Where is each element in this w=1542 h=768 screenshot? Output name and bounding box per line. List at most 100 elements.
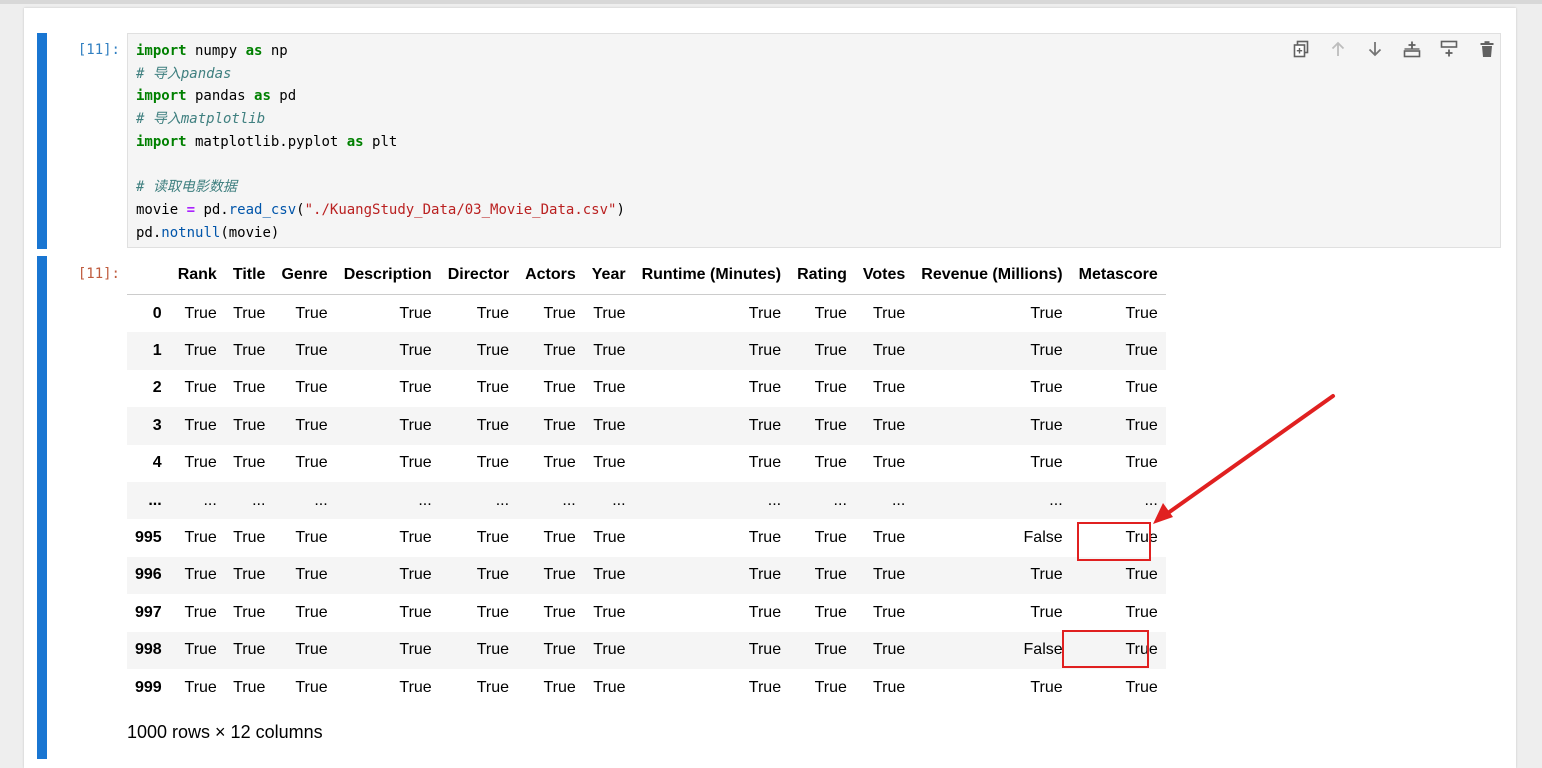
column-header: Year — [583, 256, 634, 295]
code-token: as — [245, 43, 263, 59]
column-header: Rating — [789, 256, 855, 295]
row-index: 995 — [135, 529, 162, 547]
table-cell: True — [1125, 603, 1158, 621]
table-cell: True — [814, 342, 847, 360]
table-cell: ... — [418, 491, 432, 509]
table-cell: True — [399, 416, 432, 434]
table-cell: True — [593, 304, 626, 322]
table-cell: True — [184, 566, 217, 584]
dataframe-table: Rank Title Genre Description Director Actors Y… — [127, 256, 1166, 706]
table-cell: True — [593, 678, 626, 696]
table-cell: True — [814, 379, 847, 397]
table-cell: True — [543, 379, 576, 397]
table-cell: ... — [767, 491, 782, 509]
table-row: 997 True True True True True True True True True T… — [127, 594, 1166, 631]
table-cell: True — [814, 566, 847, 584]
code-token: import — [136, 133, 187, 150]
table-cell: True — [295, 454, 328, 472]
table-cell: True — [295, 416, 328, 434]
table-cell: True — [593, 416, 626, 434]
table-cell: True — [184, 454, 217, 472]
code-token: # 导入pandas — [136, 65, 232, 82]
table-cell: False — [1023, 641, 1063, 659]
table-cell: True — [184, 603, 217, 621]
table-cell: True — [814, 641, 847, 659]
code-editor[interactable]: import numpy as np # 导入pandas import panda… — [127, 33, 1501, 248]
table-row: 999 True True True True True True True True True T… — [127, 669, 1166, 706]
input-prompt: [11]: — [77, 42, 120, 58]
delete-cell-button[interactable] — [1476, 40, 1498, 62]
table-cell: ... — [1049, 491, 1063, 509]
table-row: 0 True True True True True True True True True Tru… — [127, 295, 1166, 333]
code-token: np — [262, 43, 288, 59]
table-cell: True — [814, 678, 847, 696]
index-header — [127, 256, 170, 295]
table-cell: True — [295, 566, 328, 584]
table-cell: True — [593, 454, 626, 472]
code-text: import numpy as np # 导入pandas import panda… — [136, 40, 625, 244]
output-cell-collapser[interactable] — [37, 256, 47, 759]
table-cell: True — [399, 379, 432, 397]
table-cell: True — [233, 342, 266, 360]
code-line: # 读取电影数据 — [136, 176, 625, 199]
row-index: 4 — [152, 454, 162, 472]
code-line: pd.notnull(movie) — [136, 222, 625, 245]
table-cell: True — [748, 529, 782, 547]
table-cell: ... — [891, 491, 906, 509]
table-cell: True — [233, 454, 266, 472]
output-prompt: [11]: — [77, 266, 120, 282]
table-cell: True — [399, 454, 432, 472]
duplicate-cell-button[interactable] — [1290, 40, 1312, 62]
table-cell: True — [593, 566, 626, 584]
table-cell: True — [476, 454, 510, 472]
table-cell: True — [1030, 678, 1063, 696]
table-cell: True — [295, 678, 328, 696]
table-cell: True — [399, 566, 432, 584]
table-cell: True — [1030, 304, 1063, 322]
row-index: 3 — [152, 416, 162, 434]
table-cell: True — [814, 416, 847, 434]
code-token: # 读取电影数据 — [136, 179, 237, 196]
code-token: as — [346, 133, 364, 150]
code-token: as — [254, 88, 271, 105]
table-cell: True — [872, 566, 906, 584]
code-line: import matplotlib.pyplot as plt — [136, 131, 625, 154]
table-cell: True — [1125, 678, 1158, 696]
table-cell: True — [593, 603, 626, 621]
table-cell: True — [543, 603, 576, 621]
table-cell: True — [872, 529, 906, 547]
column-header: Description — [335, 256, 440, 295]
arrow-down-icon — [1366, 40, 1384, 62]
table-cell: True — [184, 529, 217, 547]
table-cell: True — [543, 304, 576, 322]
table-cell: True — [476, 416, 510, 434]
column-header: Votes — [854, 256, 914, 295]
table-cell: True — [399, 603, 432, 621]
insert-below-icon — [1440, 40, 1458, 62]
code-token: import — [136, 88, 187, 105]
table-cell: True — [543, 566, 576, 584]
table-cell: True — [748, 416, 782, 434]
table-cell: True — [476, 678, 510, 696]
move-cell-down-button[interactable] — [1364, 40, 1386, 62]
table-cell: True — [399, 641, 432, 659]
table-cell: True — [476, 304, 510, 322]
table-cell: True — [593, 379, 626, 397]
row-index: 0 — [152, 304, 162, 322]
code-line: # 导入pandas — [136, 63, 625, 86]
insert-cell-below-button[interactable] — [1438, 40, 1460, 62]
table-cell: True — [184, 379, 217, 397]
table-row: 3 True True True True True True True True True Tru… — [127, 407, 1166, 445]
dataframe-shape-caption: 1000 rows × 12 columns — [127, 722, 323, 742]
input-cell-collapser[interactable] — [37, 33, 47, 249]
column-header: Metascore — [1070, 256, 1166, 295]
move-cell-up-button[interactable] — [1327, 40, 1349, 62]
code-token: movie — [136, 201, 187, 218]
table-cell: True — [543, 342, 576, 360]
code-line: import pandas as pd — [136, 85, 625, 108]
table-cell: True — [295, 304, 328, 322]
table-cell: True — [233, 566, 266, 584]
table-cell: True — [593, 641, 626, 659]
insert-cell-above-button[interactable] — [1401, 40, 1423, 62]
